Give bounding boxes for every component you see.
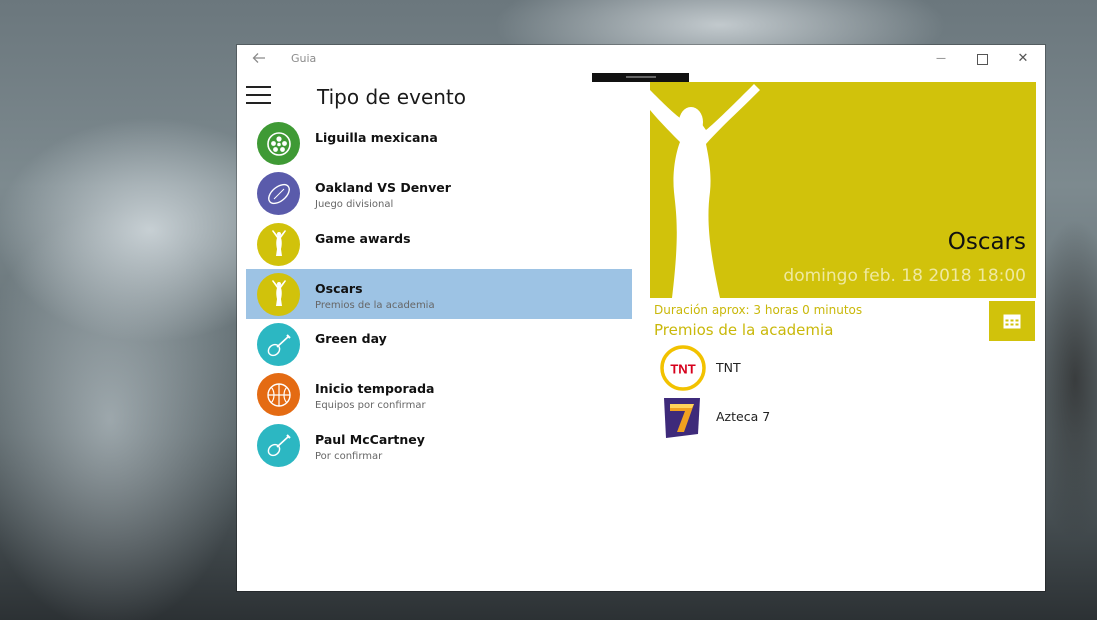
event-subtitle: Por confirmar bbox=[315, 450, 383, 462]
guitar-icon bbox=[257, 323, 300, 367]
event-subtitle: Equipos por confirmar bbox=[315, 400, 426, 412]
list-item-inicio-temporada[interactable]: Inicio temporada Equipos por confirmar bbox=[246, 369, 632, 419]
list-item-oscars[interactable]: Oscars Premios de la academia bbox=[246, 268, 632, 320]
azteca-7-logo bbox=[664, 398, 700, 438]
event-detail-date: domingo feb. 18 2018 18:00 bbox=[783, 266, 1026, 286]
list-item-green-day[interactable]: Green day bbox=[246, 319, 632, 369]
add-to-calendar-button[interactable] bbox=[989, 301, 1035, 341]
calendar-icon bbox=[1003, 314, 1021, 329]
event-subtitle: Premios de la academia bbox=[315, 299, 435, 311]
app-window: Guia — ✕ Tipo de evento Liguilla mexican… bbox=[237, 45, 1045, 591]
event-hero-banner: Oscars domingo feb. 18 2018 18:00 bbox=[650, 82, 1036, 298]
event-title: Green day bbox=[315, 331, 387, 347]
event-title: Inicio temporada bbox=[315, 381, 435, 397]
svg-text:TNT: TNT bbox=[670, 362, 695, 377]
page-title: Tipo de evento bbox=[317, 85, 467, 109]
list-item-paul-mccartney[interactable]: Paul McCartney Por confirmar bbox=[246, 420, 632, 470]
title-bar: Guia — ✕ bbox=[237, 45, 1045, 73]
pane-drag-handle[interactable] bbox=[592, 73, 689, 82]
football-icon bbox=[257, 172, 300, 216]
maximize-button[interactable] bbox=[970, 49, 994, 69]
event-title: Game awards bbox=[315, 230, 411, 246]
channel-item-tnt: TNT TNT bbox=[660, 345, 910, 391]
hamburger-menu-icon[interactable] bbox=[246, 86, 271, 104]
soccer-ball-icon bbox=[257, 122, 300, 165]
event-title: Liguilla mexicana bbox=[315, 130, 438, 145]
event-subtitle: Juego divisional bbox=[315, 199, 394, 211]
tnt-logo: TNT bbox=[660, 345, 706, 391]
event-detail-title: Oscars bbox=[947, 229, 1026, 255]
event-duration: Duración aprox: 3 horas 0 minutos bbox=[654, 303, 863, 317]
basketball-icon bbox=[257, 373, 300, 417]
minimize-button[interactable]: — bbox=[929, 49, 953, 69]
list-item-liguilla-mexicana[interactable]: Liguilla mexicana bbox=[246, 118, 632, 168]
event-detail-subtitle: Premios de la academia bbox=[654, 321, 834, 339]
app-title: Guia bbox=[291, 52, 317, 65]
trophy-statue-icon bbox=[257, 272, 300, 316]
list-item-oakland-vs-denver[interactable]: Oakland VS Denver Juego divisional bbox=[246, 168, 632, 218]
event-list: Liguilla mexicana Oakland VS Denver Jueg… bbox=[246, 118, 632, 470]
back-arrow-icon[interactable] bbox=[251, 51, 267, 67]
event-title: Oakland VS Denver bbox=[315, 180, 451, 196]
event-title: Paul McCartney bbox=[315, 431, 425, 447]
trophy-statue-icon bbox=[650, 84, 760, 298]
trophy-statue-icon bbox=[257, 222, 300, 266]
maximize-icon bbox=[976, 54, 988, 65]
list-item-game-awards[interactable]: Game awards bbox=[246, 219, 632, 269]
guitar-icon bbox=[257, 423, 300, 467]
event-title: Oscars bbox=[315, 280, 363, 296]
channel-name: TNT bbox=[716, 360, 741, 375]
close-button[interactable]: ✕ bbox=[1011, 49, 1035, 69]
channel-name: Azteca 7 bbox=[716, 409, 771, 424]
channel-item-azteca-7: Azteca 7 bbox=[660, 394, 910, 440]
